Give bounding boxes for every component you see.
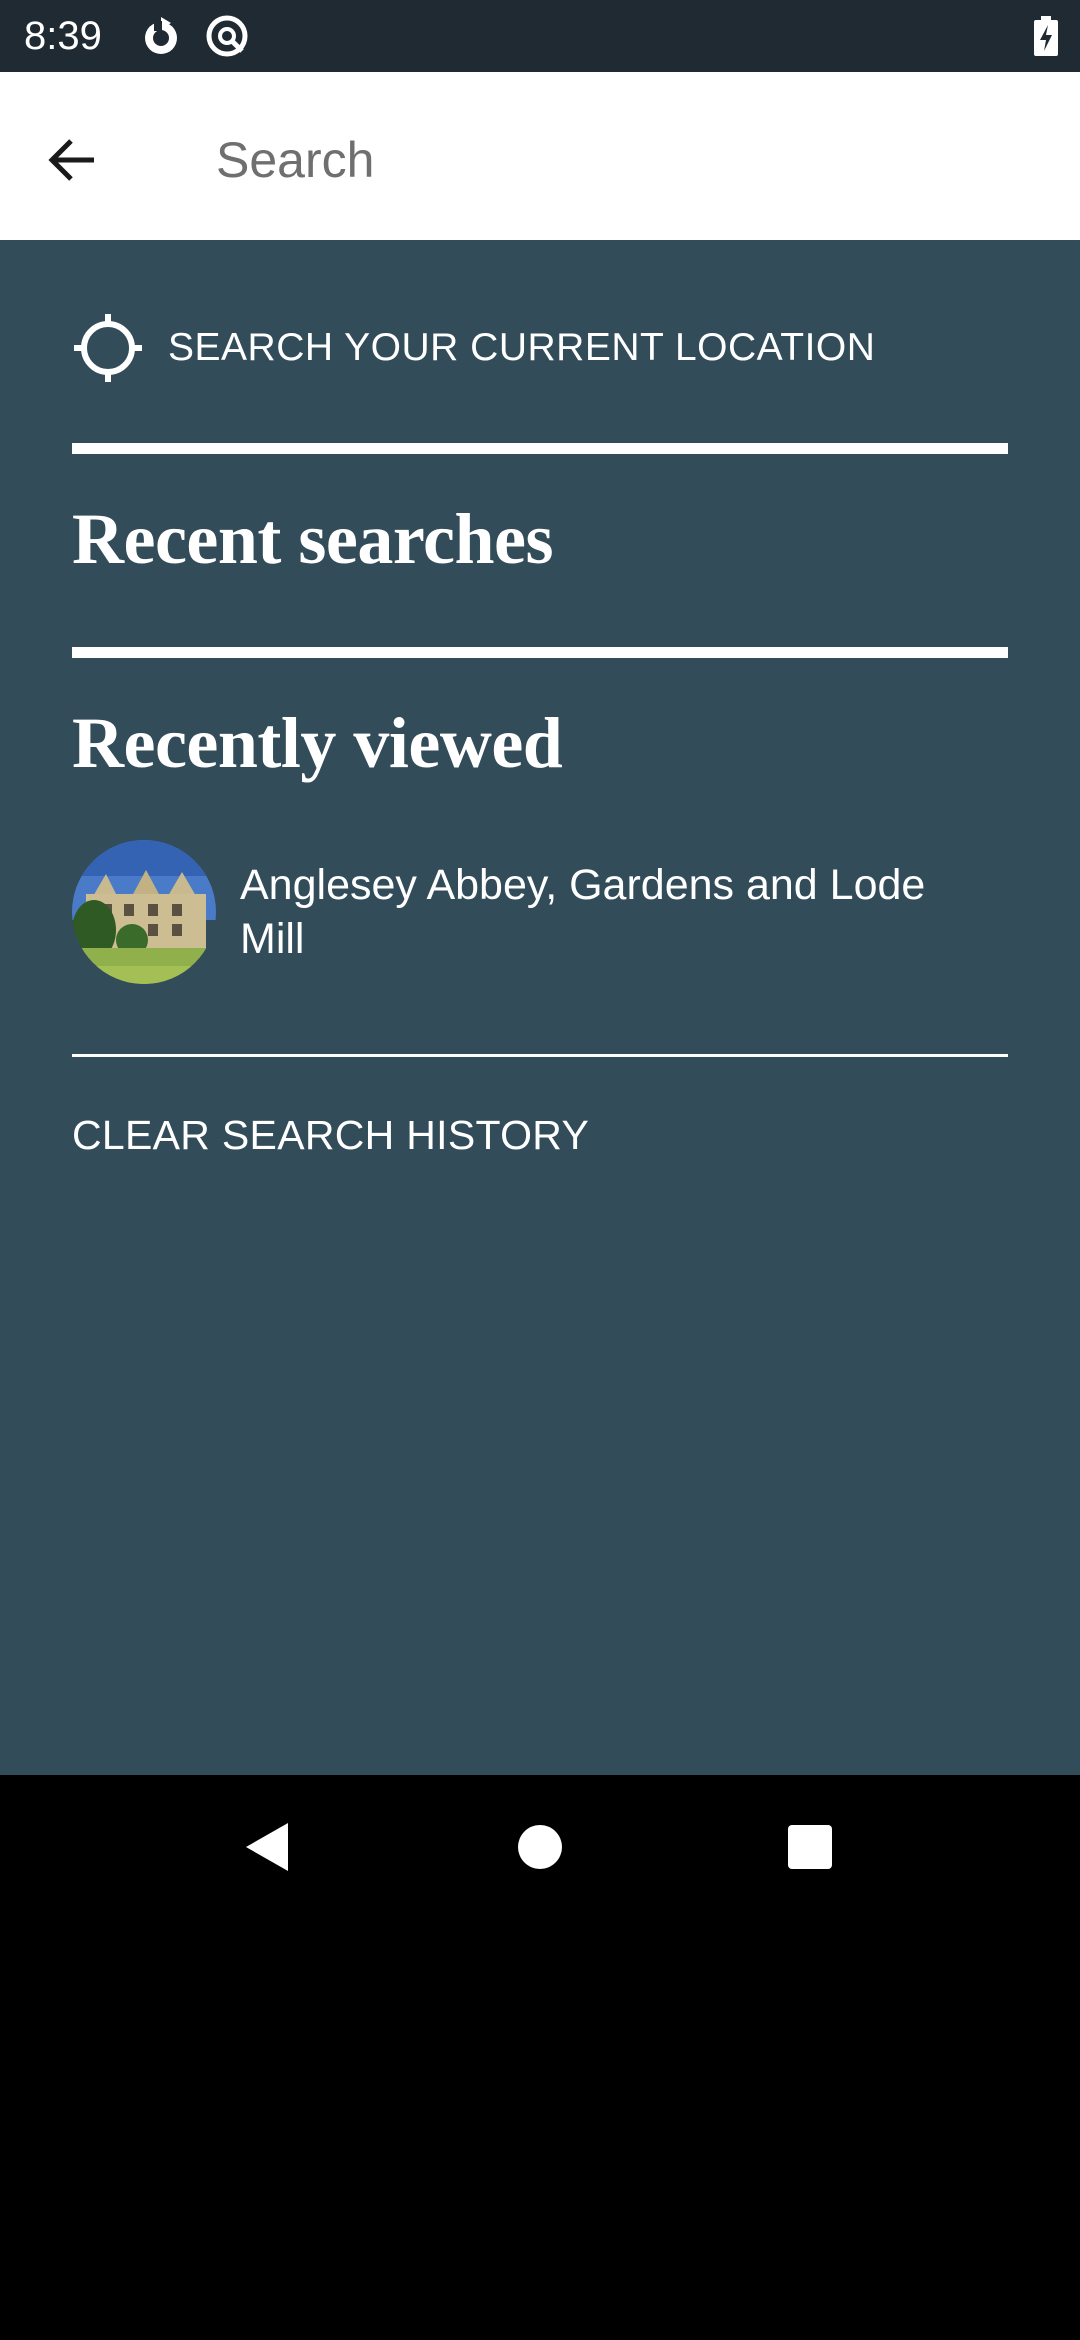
nav-back-button[interactable] bbox=[226, 1805, 310, 1889]
place-thumbnail bbox=[72, 840, 216, 984]
search-input[interactable] bbox=[216, 120, 1036, 200]
recently-viewed-item[interactable]: Anglesey Abbey, Gardens and Lode Mill bbox=[72, 838, 1008, 986]
list-divider bbox=[72, 1054, 1008, 1057]
gps-crosshair-icon bbox=[72, 312, 144, 384]
section-divider bbox=[72, 443, 1008, 454]
search-current-location-button[interactable]: SEARCH YOUR CURRENT LOCATION bbox=[72, 300, 1008, 396]
recent-searches-heading: Recent searches bbox=[72, 499, 554, 579]
overview-square-icon bbox=[788, 1825, 832, 1869]
arrow-left-icon bbox=[48, 139, 94, 181]
current-location-label: SEARCH YOUR CURRENT LOCATION bbox=[168, 326, 876, 369]
search-panel: SEARCH YOUR CURRENT LOCATION Recent sear… bbox=[0, 240, 1080, 1775]
battery-charging-icon bbox=[1034, 16, 1058, 56]
at-sign-icon bbox=[204, 13, 250, 59]
recently-viewed-title: Anglesey Abbey, Gardens and Lode Mill bbox=[240, 861, 926, 963]
system-navigation-bar bbox=[0, 1775, 1080, 1920]
section-divider bbox=[72, 647, 1008, 658]
clear-search-history-button[interactable]: CLEAR SEARCH HISTORY bbox=[72, 1112, 589, 1159]
status-time: 8:39 bbox=[24, 14, 102, 58]
nav-home-button[interactable] bbox=[498, 1805, 582, 1889]
sync-icon bbox=[138, 13, 184, 59]
search-toolbar bbox=[0, 72, 1080, 240]
recently-viewed-heading: Recently viewed bbox=[72, 703, 563, 783]
nav-overview-button[interactable] bbox=[768, 1805, 852, 1889]
back-triangle-icon bbox=[246, 1823, 288, 1871]
home-circle-icon bbox=[518, 1825, 562, 1869]
status-bar: 8:39 bbox=[0, 0, 1080, 72]
back-button[interactable] bbox=[30, 118, 114, 202]
